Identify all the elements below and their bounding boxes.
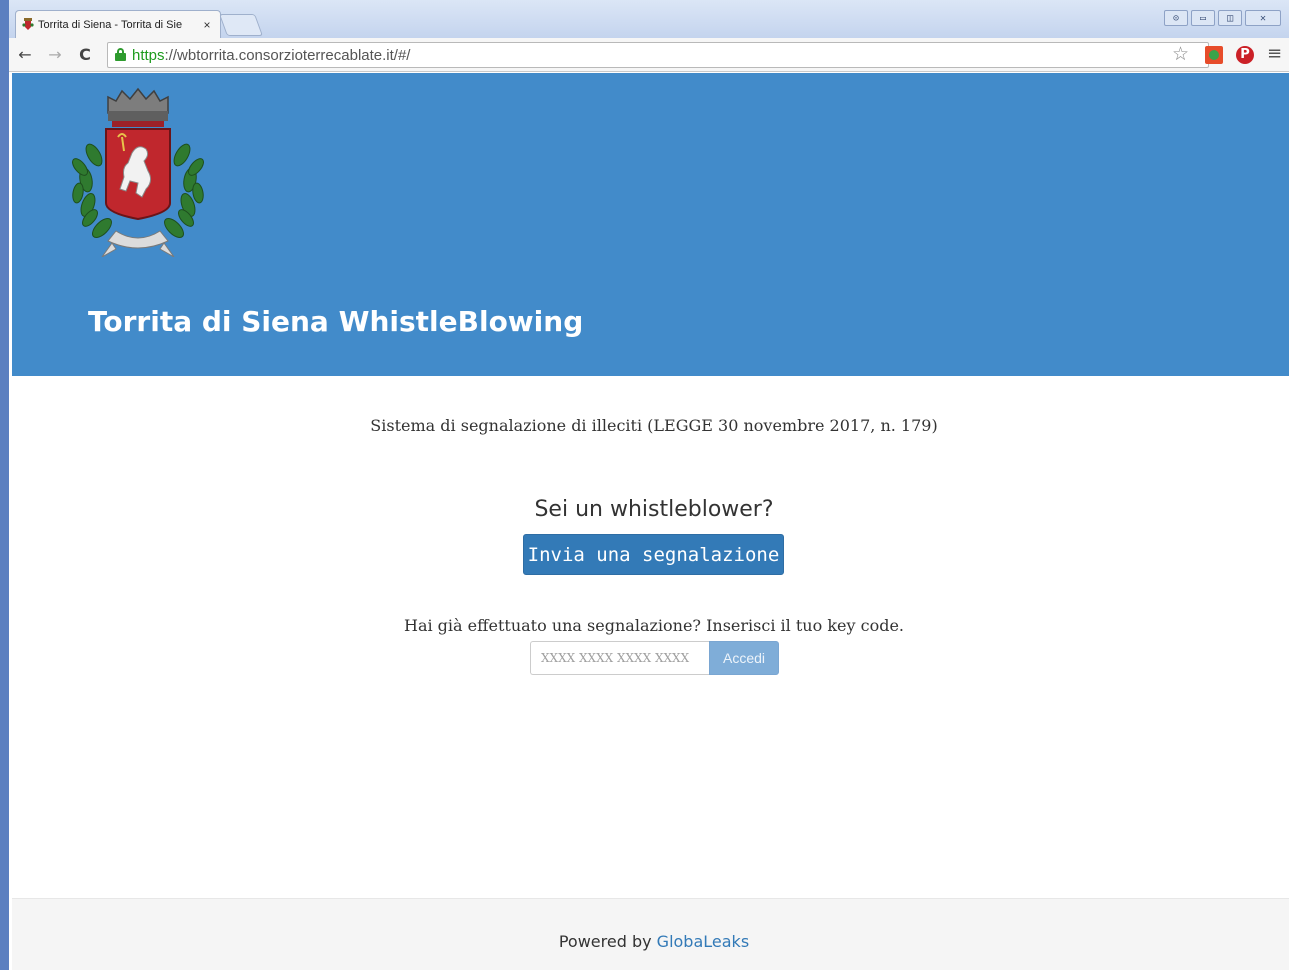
forward-arrow-icon[interactable]: → <box>45 45 65 65</box>
site-title: Torrita di Siena WhistleBlowing <box>88 305 584 338</box>
back-arrow-icon[interactable]: ← <box>15 45 35 65</box>
browser-toolbar: ← → C https://wbtorrita.consorzioterreca… <box>9 38 1289 72</box>
browser-chrome: Torrita di Siena - Torrita di Sie × ⊝ ▭ … <box>9 0 1289 72</box>
globaleaks-link[interactable]: GlobaLeaks <box>657 932 749 951</box>
url-path: ://wbtorrita.consorzioterrecablate.it/#/ <box>164 47 411 64</box>
reload-icon[interactable]: C <box>75 45 95 65</box>
footer-text: Powered by GlobaLeaks <box>12 932 1289 951</box>
footer: Powered by GlobaLeaks <box>12 898 1289 970</box>
tab-strip: Torrita di Siena - Torrita di Sie × ⊝ ▭ … <box>9 0 1289 38</box>
url-scheme: https <box>132 47 165 64</box>
extension-icon[interactable] <box>1205 46 1223 64</box>
window-frame <box>0 0 9 970</box>
new-tab-button[interactable] <box>218 14 264 36</box>
site-header: Torrita di Siena WhistleBlowing <box>12 73 1289 376</box>
powered-by-label: Powered by <box>558 932 652 951</box>
coat-of-arms-logo <box>72 87 204 257</box>
submit-report-button[interactable]: Invia una segnalazione <box>523 534 784 575</box>
whistleblower-question: Sei un whistleblower? <box>534 497 774 522</box>
pinterest-icon[interactable]: P <box>1236 46 1254 64</box>
keycode-label: Hai già effettuato una segnalazione? Ins… <box>403 616 904 635</box>
window-controls: ⊝ ▭ ◫ ✕ <box>1164 10 1281 26</box>
minimize-button[interactable]: ▭ <box>1191 10 1215 26</box>
access-button[interactable]: Accedi <box>709 641 779 675</box>
user-profile-icon[interactable]: ⊝ <box>1164 10 1188 26</box>
page-subtitle: Sistema di segnalazione di illeciti (LEG… <box>370 416 938 435</box>
keycode-input[interactable] <box>530 641 709 675</box>
lock-icon <box>115 48 126 61</box>
bookmark-star-icon[interactable]: ☆ <box>1172 43 1189 65</box>
coat-of-arms-favicon-icon <box>22 18 34 30</box>
url-text: https://wbtorrita.consorzioterrecablate.… <box>132 47 410 64</box>
browser-tab[interactable]: Torrita di Siena - Torrita di Sie × <box>15 10 221 38</box>
address-bar[interactable]: https://wbtorrita.consorzioterrecablate.… <box>107 42 1209 68</box>
tab-close-icon[interactable]: × <box>200 18 214 32</box>
close-window-button[interactable]: ✕ <box>1245 10 1281 26</box>
tab-title: Torrita di Siena - Torrita di Sie <box>38 18 183 31</box>
browser-menu-icon[interactable]: ≡ <box>1267 43 1282 65</box>
restore-button[interactable]: ◫ <box>1218 10 1242 26</box>
